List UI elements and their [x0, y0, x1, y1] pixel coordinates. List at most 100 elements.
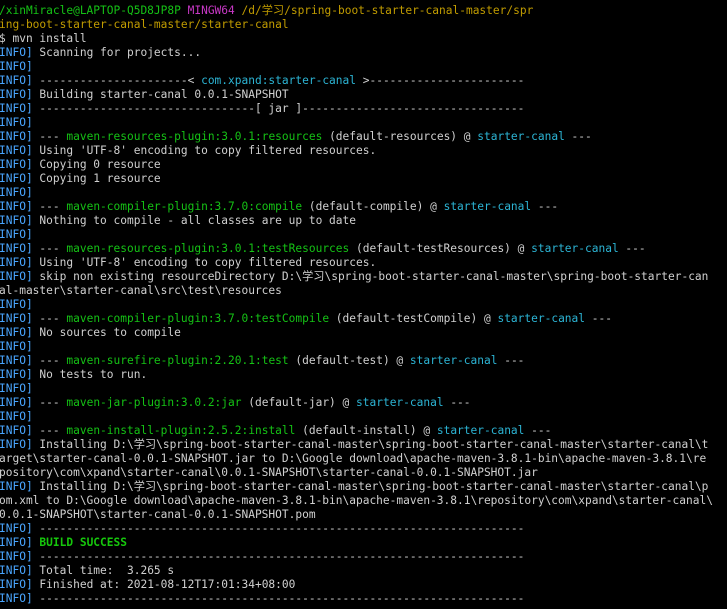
log-text: maven-resources-plugin:3.0.1:testResourc…	[66, 242, 350, 255]
log-line: INFO]	[0, 298, 727, 312]
log-text: om.xml to D:\Google download\apache-mave…	[0, 494, 713, 507]
log-text: Using 'UTF-8' encoding to copy filtered …	[32, 256, 377, 269]
log-text: ----------------------------------------…	[32, 522, 525, 535]
log-line: INFO] Installing D:\学习\spring-boot-start…	[0, 480, 727, 494]
log-text: starter-canal	[356, 396, 444, 409]
log-level-tag: INFO]	[0, 130, 33, 143]
log-text: ----------------------------------------…	[32, 592, 525, 605]
log-line: arget\starter-canal-0.0.1-SNAPSHOT.jar t…	[0, 452, 727, 466]
log-level-tag: INFO]	[0, 368, 33, 381]
log-text: ---	[32, 354, 67, 367]
log-text: maven-compiler-plugin:3.7.0:testCompile	[66, 312, 330, 325]
log-level-tag: INFO]	[0, 172, 33, 185]
log-text: Installing D:\学习\spring-boot-starter-can…	[32, 480, 709, 493]
log-text: (default-testCompile) @	[329, 312, 498, 325]
log-text: No sources to compile	[32, 326, 181, 339]
log-text: maven-install-plugin:2.5.2:install	[66, 424, 296, 437]
log-line: INFO] Copying 1 resource	[0, 172, 727, 186]
log-line: INFO]	[0, 60, 727, 74]
log-level-tag: INFO]	[0, 242, 33, 255]
terminal-window[interactable]: /xinMiracle@LAPTOP-Q5D8JP8P MINGW64 /d/学…	[0, 0, 727, 609]
log-line: INFO] --- maven-resources-plugin:3.0.1:r…	[0, 130, 727, 144]
log-level-tag: INFO]	[0, 354, 33, 367]
log-line: INFO] No tests to run.	[0, 368, 727, 382]
log-line: INFO] ----------------------< com.xpand:…	[0, 74, 727, 88]
log-text: ---	[564, 130, 592, 143]
log-line: INFO] Using 'UTF-8' encoding to copy fil…	[0, 256, 727, 270]
log-line: INFO] --- maven-install-plugin:2.5.2:ins…	[0, 424, 727, 438]
log-line: INFO] Copying 0 resource	[0, 158, 727, 172]
log-line: INFO] BUILD SUCCESS	[0, 536, 727, 550]
log-line: INFO] skip non existing resourceDirector…	[0, 270, 727, 284]
log-level-tag: INFO]	[0, 480, 33, 493]
log-level-tag: INFO]	[0, 298, 33, 311]
log-text: (default-compile) @	[302, 200, 444, 213]
log-line: INFO]	[0, 186, 727, 200]
log-line: INFO] --------------------------------[ …	[0, 102, 727, 116]
log-text: ---	[524, 424, 552, 437]
log-text: 0.0.1-SNAPSHOT\starter-canal-0.0.1-SNAPS…	[0, 508, 316, 521]
log-text: ----------------------------------------…	[32, 550, 525, 563]
log-text: al-master\starter-canal\src\test\resourc…	[0, 284, 282, 297]
log-level-tag: INFO]	[0, 60, 33, 73]
log-level-tag: INFO]	[0, 270, 33, 283]
log-level-tag: INFO]	[0, 102, 33, 115]
log-text: maven-resources-plugin:3.0.1:resources	[66, 130, 323, 143]
log-level-tag: INFO]	[0, 410, 33, 423]
log-text: ---	[32, 200, 67, 213]
command-text: $ mvn install	[0, 32, 87, 45]
log-text: >-----------------------	[356, 74, 525, 87]
log-line: INFO] --- maven-compiler-plugin:3.7.0:te…	[0, 312, 727, 326]
log-level-tag: INFO]	[0, 396, 33, 409]
prompt-user-host: /xinMiracle@LAPTOP-Q5D8JP8P	[0, 4, 181, 17]
log-level-tag: INFO]	[0, 592, 33, 605]
log-text: ---	[32, 396, 67, 409]
log-text: starter-canal	[409, 354, 498, 367]
log-text: (default-test) @	[288, 354, 410, 367]
log-text: Copying 1 resource	[32, 172, 161, 185]
prompt-path-1: /d/学习/spring-boot-starter-canal-master/s…	[241, 4, 534, 17]
log-text: ---	[618, 242, 646, 255]
log-line: INFO] Building starter-canal 0.0.1-SNAPS…	[0, 88, 727, 102]
log-line: INFO] No sources to compile	[0, 326, 727, 340]
log-line: INFO] --- maven-jar-plugin:3.0.2:jar (de…	[0, 396, 727, 410]
log-text: Building starter-canal 0.0.1-SNAPSHOT	[32, 88, 289, 101]
log-level-tag: INFO]	[0, 200, 33, 213]
log-text: Nothing to compile - all classes are up …	[32, 214, 356, 227]
log-text: skip non existing resourceDirectory D:\学…	[32, 270, 709, 283]
log-line: INFO] Nothing to compile - all classes a…	[0, 214, 727, 228]
log-level-tag: INFO]	[0, 340, 33, 353]
log-level-tag: INFO]	[0, 186, 33, 199]
log-level-tag: INFO]	[0, 536, 33, 549]
log-level-tag: INFO]	[0, 550, 33, 563]
prompt-line-1: /xinMiracle@LAPTOP-Q5D8JP8P MINGW64 /d/学…	[0, 4, 727, 18]
log-level-tag: INFO]	[0, 522, 33, 535]
log-line: INFO] Total time: 3.265 s	[0, 564, 727, 578]
log-text: starter-canal	[443, 200, 532, 213]
log-text: starter-canal	[477, 130, 565, 143]
log-line: al-master\starter-canal\src\test\resourc…	[0, 284, 727, 298]
log-line: INFO] ----------------------------------…	[0, 522, 727, 536]
command-line: $ mvn install	[0, 32, 727, 46]
log-text: (default-testResources) @	[349, 242, 532, 255]
log-text: Using 'UTF-8' encoding to copy filtered …	[32, 144, 377, 157]
log-text: starter-canal	[436, 424, 525, 437]
log-line: INFO] Scanning for projects...	[0, 46, 727, 60]
log-text: pository\com\xpand\starter-canal\0.0.1-S…	[0, 466, 538, 479]
log-level-tag: INFO]	[0, 424, 33, 437]
log-line: INFO] Finished at: 2021-08-12T17:01:34+0…	[0, 578, 727, 592]
log-text: Finished at: 2021-08-12T17:01:34+08:00	[32, 578, 296, 591]
log-text: maven-surefire-plugin:2.20.1:test	[66, 354, 289, 367]
prompt-shell: MINGW64	[187, 4, 235, 17]
maven-output-log: INFO] Scanning for projects... INFO] INFO]…	[0, 46, 727, 606]
log-level-tag: INFO]	[0, 158, 33, 171]
log-level-tag: INFO]	[0, 382, 33, 395]
log-text: Copying 0 resource	[32, 158, 161, 171]
log-line: INFO]	[0, 382, 727, 396]
log-text: ---	[32, 130, 67, 143]
log-text: --------------------------------[ jar ]-…	[32, 102, 525, 115]
log-line: INFO]	[0, 410, 727, 424]
log-line: om.xml to D:\Google download\apache-mave…	[0, 494, 727, 508]
log-level-tag: INFO]	[0, 88, 33, 101]
log-line: INFO]	[0, 228, 727, 242]
